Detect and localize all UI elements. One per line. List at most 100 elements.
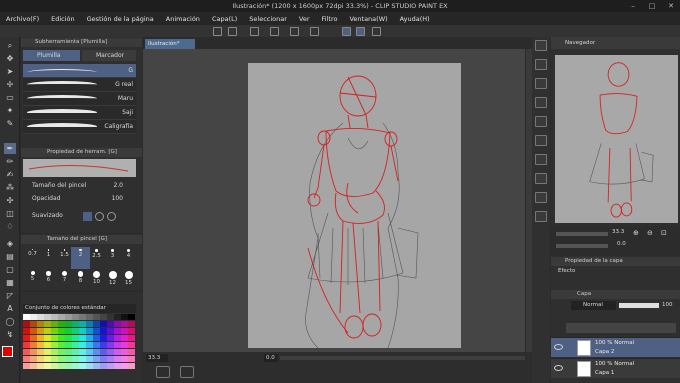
animation-panel-icon[interactable] [535, 173, 547, 184]
color-swatch[interactable] [30, 349, 37, 355]
canvas-rotate-icon[interactable] [156, 366, 170, 378]
transform-icon[interactable] [290, 27, 299, 36]
color-swatch[interactable] [86, 342, 93, 348]
color-swatch[interactable] [79, 335, 86, 341]
color-swatch[interactable] [107, 349, 114, 355]
color-swatch[interactable] [79, 349, 86, 355]
navigator-panel-icon[interactable] [535, 59, 547, 70]
brush-maru[interactable]: Maru [23, 92, 136, 106]
eyedropper-tool-icon[interactable]: ✎ [4, 118, 16, 129]
color-swatch[interactable] [65, 363, 72, 369]
color-swatch[interactable] [79, 321, 86, 327]
color-swatch[interactable] [65, 321, 72, 327]
color-swatch[interactable] [121, 321, 128, 327]
auto-action-panel-icon[interactable] [535, 192, 547, 203]
color-swatch[interactable] [51, 335, 58, 341]
main-color-swatch[interactable] [2, 346, 13, 357]
menu-seleccionar[interactable]: Seleccionar [249, 15, 287, 23]
brush-size-option[interactable]: 15 [119, 269, 138, 291]
navigator-thumbnail[interactable] [555, 55, 678, 223]
color-swatch[interactable] [107, 328, 114, 334]
zoom-in-icon[interactable]: ⊕ [633, 229, 639, 237]
color-swatch[interactable] [121, 314, 128, 320]
color-swatch[interactable] [93, 314, 100, 320]
color-swatch[interactable] [86, 363, 93, 369]
snap-special-ruler-icon[interactable] [356, 27, 365, 36]
selection-tool-icon[interactable]: ▭ [4, 92, 16, 103]
operation-tool-icon[interactable]: ➤ [4, 66, 16, 77]
color-swatch[interactable] [37, 342, 44, 348]
smoothing-mode-icon[interactable] [107, 212, 116, 221]
info-panel-icon[interactable] [535, 97, 547, 108]
zoom-out-icon[interactable]: ⊖ [647, 229, 653, 237]
clear-icon[interactable] [250, 27, 259, 36]
color-swatch[interactable] [114, 314, 121, 320]
color-swatch[interactable] [114, 363, 121, 369]
color-swatch[interactable] [72, 349, 79, 355]
color-swatch[interactable] [44, 335, 51, 341]
zoom-slider[interactable] [556, 232, 608, 236]
color-swatch[interactable] [86, 314, 93, 320]
ruler-tool-icon[interactable]: ◸ [4, 290, 16, 301]
fill-icon[interactable] [270, 27, 279, 36]
color-swatch[interactable] [128, 314, 135, 320]
color-swatch[interactable] [100, 328, 107, 334]
color-swatch[interactable] [30, 314, 37, 320]
color-swatch[interactable] [128, 335, 135, 341]
layer-row-capa-1[interactable]: 100 % Normal Capa 1 [551, 358, 680, 378]
minimize-button[interactable]: – [624, 0, 642, 12]
maximize-button[interactable]: □ [643, 0, 661, 12]
menu-ver[interactable]: Ver [299, 15, 310, 23]
layer-opacity-slider[interactable] [619, 303, 659, 308]
color-swatch[interactable] [51, 314, 58, 320]
color-swatch[interactable] [79, 314, 86, 320]
move-tool-icon[interactable]: ✥ [4, 53, 16, 64]
brush-size-option[interactable]: 4 [119, 247, 138, 269]
color-swatch[interactable] [107, 363, 114, 369]
color-swatch[interactable] [121, 328, 128, 334]
color-swatch[interactable] [44, 314, 51, 320]
color-swatch[interactable] [107, 321, 114, 327]
color-swatch[interactable] [58, 363, 65, 369]
color-swatch[interactable] [72, 363, 79, 369]
undo-icon[interactable] [213, 27, 222, 36]
history-panel-icon[interactable] [535, 135, 547, 146]
snap-grid-icon[interactable] [372, 27, 381, 36]
move-layer-tool-icon[interactable]: ✢ [4, 79, 16, 90]
color-swatch[interactable] [65, 328, 72, 334]
visibility-eye-icon[interactable] [554, 365, 563, 371]
color-swatch[interactable] [114, 356, 121, 362]
subview-panel-icon[interactable] [535, 78, 547, 89]
auto-select-tool-icon[interactable]: ✦ [4, 105, 16, 116]
color-swatch[interactable] [58, 342, 65, 348]
color-swatch[interactable] [23, 328, 30, 334]
color-swatch[interactable] [23, 342, 30, 348]
color-swatch[interactable] [58, 314, 65, 320]
rotate-slider[interactable] [556, 244, 608, 248]
color-swatch[interactable] [51, 328, 58, 334]
color-swatch[interactable] [44, 328, 51, 334]
color-swatch[interactable] [65, 349, 72, 355]
color-swatch[interactable] [114, 335, 121, 341]
menu-ventana[interactable]: Ventana(W) [349, 15, 387, 23]
menu-edicion[interactable]: Edición [51, 15, 75, 23]
color-swatch[interactable] [121, 342, 128, 348]
color-swatch[interactable] [51, 321, 58, 327]
brush-saji[interactable]: Saji [23, 106, 136, 120]
layer-row-capa-2[interactable]: 100 % Normal Capa 2 [551, 337, 680, 357]
color-swatch[interactable] [100, 342, 107, 348]
color-swatch[interactable] [128, 356, 135, 362]
fill-tool-icon[interactable]: ◈ [4, 238, 16, 249]
color-swatch[interactable] [44, 363, 51, 369]
color-swatch[interactable] [86, 321, 93, 327]
color-swatch[interactable] [128, 342, 135, 348]
brush-g[interactable]: G [23, 64, 136, 78]
color-swatch[interactable] [100, 356, 107, 362]
color-swatch[interactable] [51, 349, 58, 355]
color-swatch[interactable] [93, 356, 100, 362]
color-swatch[interactable] [72, 328, 79, 334]
menu-filtro[interactable]: Filtro [322, 15, 338, 23]
eraser-tool-icon[interactable]: ◫ [4, 208, 16, 219]
snap-ruler-icon[interactable] [342, 27, 351, 36]
tab-plumilla[interactable]: Plumilla [23, 50, 80, 61]
